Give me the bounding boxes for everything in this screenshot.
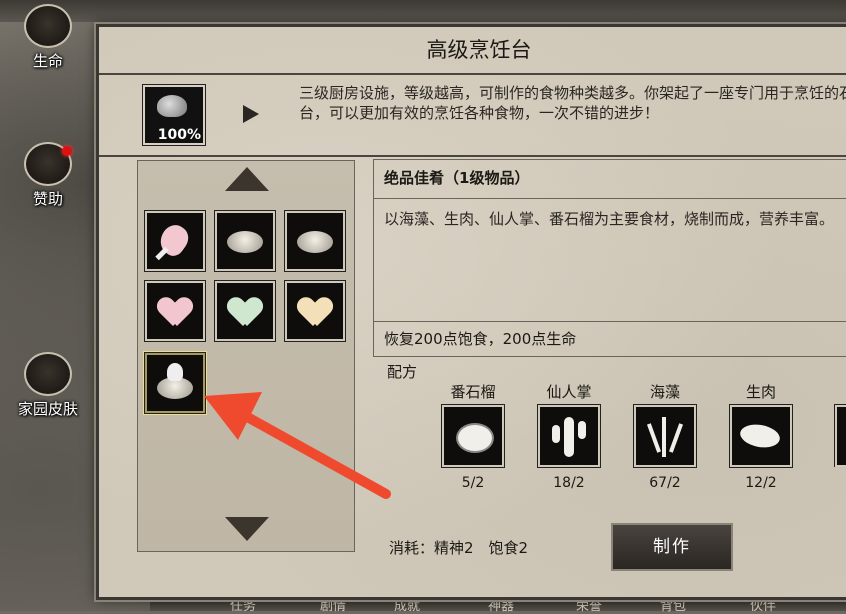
- annotation-arrow: [204, 392, 391, 499]
